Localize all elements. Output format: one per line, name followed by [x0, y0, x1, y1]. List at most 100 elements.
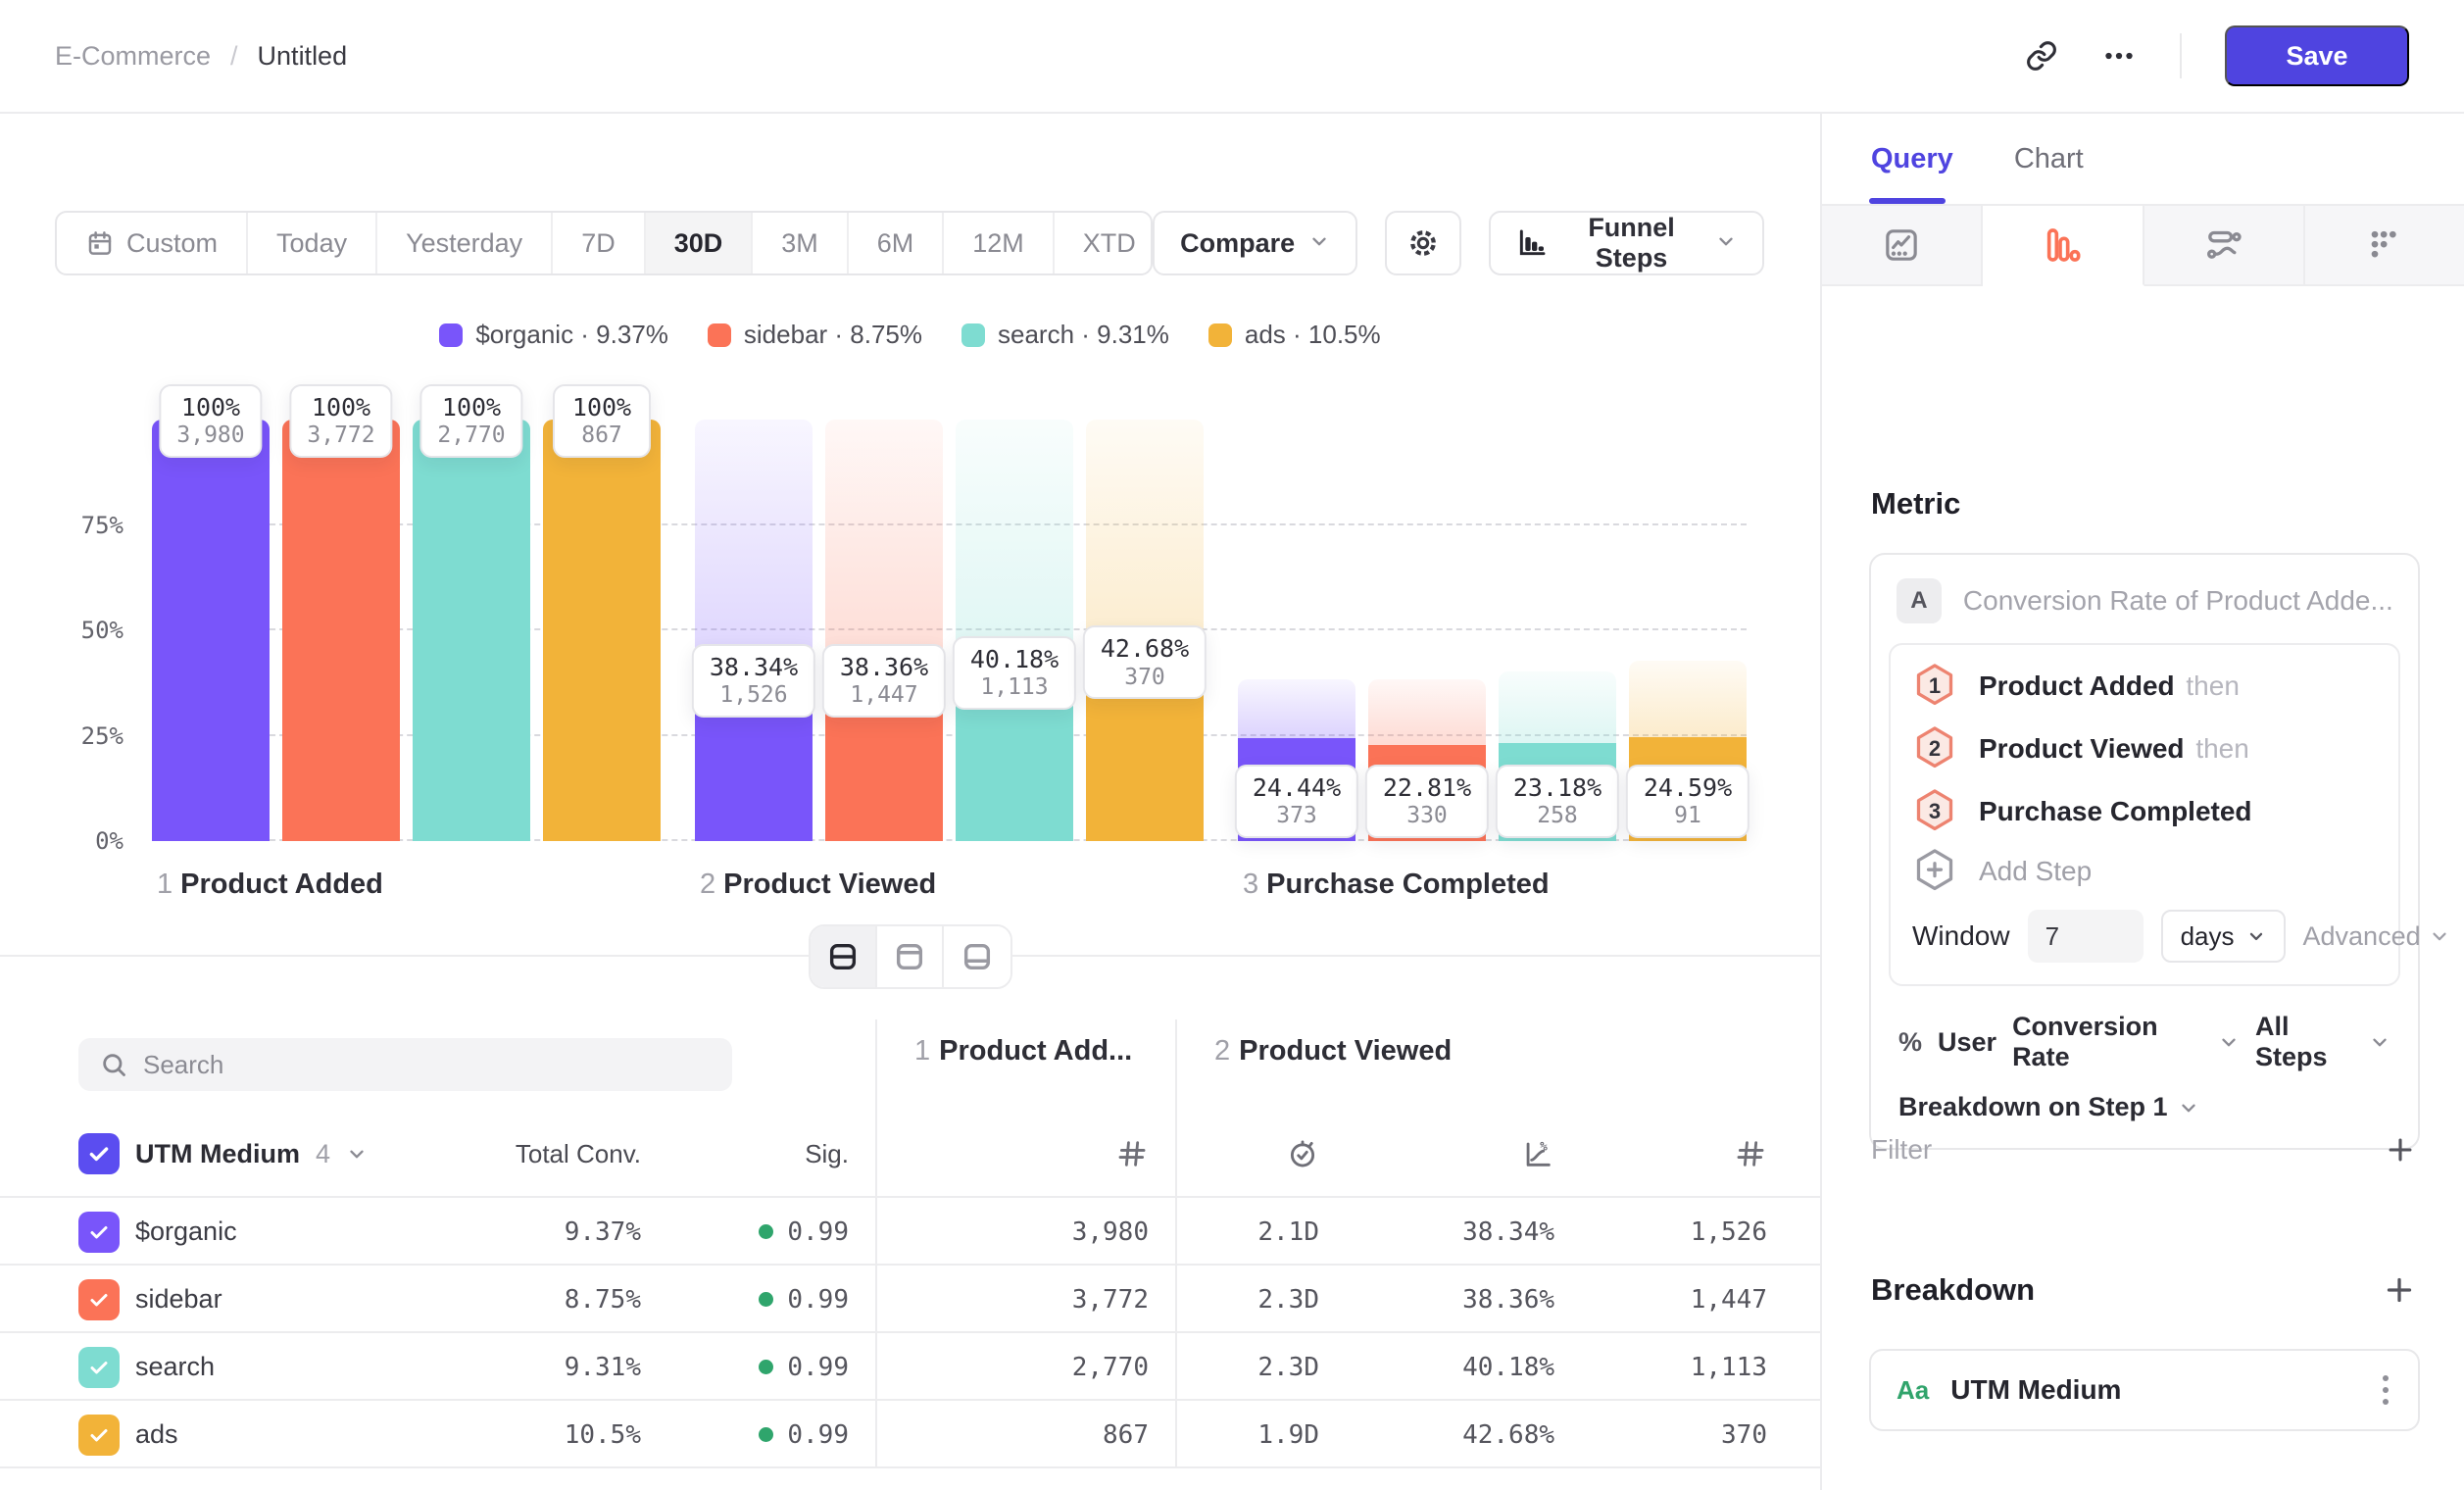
- step1-count-header[interactable]: [875, 1110, 1175, 1198]
- bar-ghost: [1629, 661, 1747, 737]
- bar-value-tooltip: 100% 3,772: [289, 384, 392, 458]
- table-row[interactable]: $organic 9.37% 0.99 3,980 2.1D 38.34% 1,…: [0, 1198, 1820, 1266]
- legend-item[interactable]: ads · 10.5%: [1208, 320, 1381, 350]
- row-sig: 0.99: [641, 1401, 875, 1468]
- table-row[interactable]: sidebar 8.75% 0.99 3,772 2.3D 38.36% 1,4…: [0, 1266, 1820, 1333]
- measure-scope-select[interactable]: All Steps: [2255, 1012, 2390, 1072]
- bar-conversion-pct: 100%: [307, 392, 374, 422]
- row-total-conv: 10.5%: [461, 1401, 641, 1468]
- step2-count-header[interactable]: [1581, 1110, 1794, 1198]
- query-panel: Query Chart Metric A Conversion Rate of …: [1820, 114, 2464, 1490]
- more-options-icon[interactable]: [2101, 38, 2137, 74]
- funnel-bar[interactable]: 100% 3,980: [152, 420, 270, 841]
- funnel-bar[interactable]: 100% 2,770: [413, 420, 530, 841]
- filter-heading: Filter: [1871, 1134, 1932, 1166]
- bar-conversion-pct: 40.18%: [970, 644, 1059, 674]
- funnel-bar[interactable]: 38.34% 1,526: [695, 420, 813, 841]
- date-range-3m[interactable]: 3M: [753, 213, 849, 273]
- legend-label: $organic · 9.37%: [475, 320, 668, 350]
- date-range-6m[interactable]: 6M: [849, 213, 945, 273]
- select-all-checkbox[interactable]: [78, 1133, 120, 1174]
- legend-item[interactable]: search · 9.31%: [961, 320, 1169, 350]
- breadcrumb-current[interactable]: Untitled: [258, 41, 348, 72]
- search-input[interactable]: [143, 1050, 711, 1080]
- insights-report-tab[interactable]: [1822, 206, 1983, 286]
- date-range-12m[interactable]: 12M: [944, 213, 1055, 273]
- funnel-bar[interactable]: 42.68% 370: [1086, 420, 1204, 841]
- date-range-xtd[interactable]: XTD: [1055, 213, 1153, 273]
- legend-item[interactable]: sidebar · 8.75%: [708, 320, 922, 350]
- view-chart-only-button[interactable]: [877, 926, 944, 987]
- bar-ghost: [1368, 679, 1486, 745]
- breakdown-property-card[interactable]: Aa UTM Medium: [1869, 1349, 2420, 1431]
- date-range-30d[interactable]: 30D: [646, 213, 754, 273]
- step-labels: 1Product Added 2Product Viewed 3Purchase C…: [157, 869, 1751, 901]
- funnel-bar[interactable]: 23.18% 258: [1499, 420, 1616, 841]
- date-range-yesterday[interactable]: Yesterday: [377, 213, 553, 273]
- sig-header[interactable]: Sig.: [641, 1110, 875, 1198]
- conv-rate-header[interactable]: %: [1346, 1110, 1581, 1198]
- date-range-7d[interactable]: 7D: [553, 213, 646, 273]
- breakdown-heading: Breakdown: [1871, 1272, 2035, 1308]
- query-step-row[interactable]: 1 Product Added then: [1891, 655, 2398, 718]
- row-checkbox[interactable]: [78, 1212, 120, 1253]
- chart-settings-button[interactable]: [1385, 211, 1461, 275]
- measure-entity[interactable]: User: [1938, 1027, 1996, 1058]
- advanced-toggle[interactable]: Advanced: [2303, 921, 2450, 952]
- bar-value-tooltip: 100% 2,770: [419, 384, 522, 458]
- flows-report-tab[interactable]: [2144, 206, 2305, 286]
- avg-time-header[interactable]: [1175, 1110, 1346, 1198]
- funnel-step-label[interactable]: 1Product Added: [157, 869, 665, 901]
- breadcrumb-parent[interactable]: E-Commerce: [55, 41, 211, 72]
- bar-segment: [282, 420, 400, 841]
- funnel-bar[interactable]: 24.59% 91: [1629, 420, 1747, 841]
- date-range-custom[interactable]: Custom: [57, 213, 248, 273]
- add-breakdown-button[interactable]: [2382, 1272, 2417, 1308]
- legend-label: sidebar · 8.75%: [744, 320, 922, 350]
- row-checkbox[interactable]: [78, 1279, 120, 1320]
- row-checkbox[interactable]: [78, 1347, 120, 1388]
- add-step-button[interactable]: Add Step: [1891, 843, 2398, 900]
- retention-report-tab[interactable]: [2305, 206, 2464, 286]
- tab-chart[interactable]: Chart: [2014, 143, 2084, 175]
- bar-count: 3,772: [307, 422, 374, 450]
- bar-ghost: [956, 420, 1073, 671]
- view-table-only-button[interactable]: [944, 926, 1010, 987]
- funnel-bar[interactable]: 100% 3,772: [282, 420, 400, 841]
- funnel-step-label[interactable]: 2Product Viewed: [700, 869, 1208, 901]
- window-value-input[interactable]: [2028, 910, 2144, 963]
- kebab-menu-icon[interactable]: [2379, 1371, 2392, 1409]
- save-button[interactable]: Save: [2225, 25, 2409, 86]
- total-conv-header[interactable]: Total Conv.: [461, 1110, 641, 1198]
- funnel-bar[interactable]: 38.36% 1,447: [825, 420, 943, 841]
- chart-type-button[interactable]: Funnel Steps: [1489, 211, 1764, 275]
- add-filter-button[interactable]: [2384, 1133, 2417, 1167]
- query-step-row[interactable]: 2 Product Viewed then: [1891, 718, 2398, 780]
- measure-metric-select[interactable]: Conversion Rate: [2012, 1012, 2240, 1072]
- chevron-down-icon[interactable]: [346, 1143, 368, 1165]
- row-step1-count: 2,770: [875, 1333, 1175, 1401]
- row-checkbox[interactable]: [78, 1415, 120, 1456]
- funnels-report-tab[interactable]: [1983, 206, 2144, 286]
- date-range-today[interactable]: Today: [248, 213, 377, 273]
- window-unit-select[interactable]: days: [2161, 910, 2286, 963]
- bar-segment: [413, 420, 530, 841]
- funnel-step-label[interactable]: 3Purchase Completed: [1243, 869, 1751, 901]
- query-step-row[interactable]: 3 Purchase Completed: [1891, 780, 2398, 843]
- funnel-bar[interactable]: 40.18% 1,113: [956, 420, 1073, 841]
- share-link-icon[interactable]: [2025, 39, 2058, 73]
- group-name[interactable]: UTM Medium: [135, 1139, 300, 1169]
- funnel-bar[interactable]: 100% 867: [543, 420, 661, 841]
- funnel-bar[interactable]: 22.81% 330: [1368, 420, 1486, 841]
- funnel-bar[interactable]: 24.44% 373: [1238, 420, 1355, 841]
- tab-query[interactable]: Query: [1871, 143, 1953, 175]
- compare-button[interactable]: Compare: [1153, 211, 1357, 275]
- table-row[interactable]: ads 10.5% 0.99 867 1.9D 42.68% 370: [0, 1401, 1820, 1468]
- chevron-down-icon: [2369, 1031, 2390, 1053]
- metric-title-row[interactable]: A Conversion Rate of Product Adde...: [1871, 555, 2418, 643]
- bar-count: 3,980: [176, 422, 244, 450]
- table-row[interactable]: search 9.31% 0.99 2,770 2.3D 40.18% 1,11…: [0, 1333, 1820, 1401]
- bar-count: 258: [1513, 803, 1602, 830]
- legend-item[interactable]: $organic · 9.37%: [439, 320, 668, 350]
- view-split-button[interactable]: [811, 926, 877, 987]
